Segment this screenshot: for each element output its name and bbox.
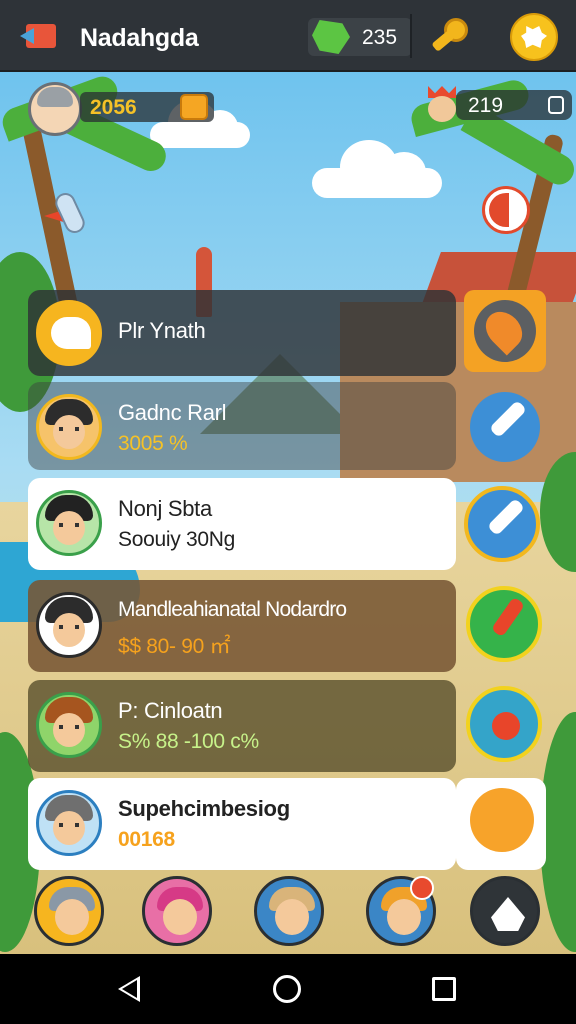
gear-icon [521, 26, 547, 48]
list-item-value: $$ 80- 90 ㎡ [118, 635, 231, 658]
gem-count: 235 [362, 26, 398, 49]
nav-recents-icon[interactable] [432, 977, 456, 1001]
smiley-icon [470, 788, 534, 852]
smiley-button[interactable] [456, 778, 546, 870]
player-avatar[interactable] [28, 82, 82, 136]
round-counter[interactable]: 219 [456, 90, 572, 120]
coin-count: 2056 [90, 96, 137, 119]
king-avatar[interactable] [424, 86, 460, 126]
cloud [150, 100, 250, 148]
system-nav-bar [0, 954, 576, 1024]
list-item-value: S% 88 -100 c% [118, 730, 259, 753]
fruit-button[interactable] [466, 686, 542, 762]
settings-button[interactable] [510, 13, 558, 61]
timer-icon[interactable] [482, 186, 530, 234]
list-item[interactable]: P: Cinloatn S% 88 -100 c% [28, 680, 456, 772]
round-count: 219 [468, 94, 504, 117]
avatar [36, 692, 102, 758]
list-item-title: Nonj Sbta [118, 496, 212, 521]
list-item-value: Soouiy 30Ng [118, 528, 235, 551]
back-arrow-icon[interactable] [20, 24, 58, 50]
notification-badge [410, 876, 434, 900]
list-item-title: P: Cinloatn [118, 698, 223, 723]
check-button[interactable] [466, 586, 542, 662]
list-item-title: Gadnc Rarl [118, 400, 227, 425]
character-avatar[interactable] [254, 876, 324, 946]
edit-button[interactable] [470, 392, 540, 462]
page-title: Nadahgda [80, 24, 199, 52]
avatar [36, 592, 102, 658]
fruit-icon [492, 712, 520, 740]
rocket-icon[interactable] [44, 189, 94, 246]
list-item-value: 00168 [118, 828, 175, 851]
gem-icon [312, 20, 350, 54]
bell-icon [491, 897, 525, 931]
avatar [36, 790, 102, 856]
list-item-title: Mandleahianatal Nodardro [118, 598, 347, 621]
pen-icon [486, 497, 526, 537]
square-icon [548, 96, 564, 114]
gem-counter[interactable]: 235 [308, 18, 412, 56]
list-item[interactable]: Supehcimbesiog 00168 [28, 778, 456, 870]
nav-back-icon[interactable] [118, 976, 140, 1002]
nav-home-icon[interactable] [273, 975, 301, 1003]
map-pin-button[interactable] [464, 290, 546, 372]
check-icon [490, 596, 526, 638]
list-item-value: 3005 % [118, 432, 188, 455]
character-avatar[interactable] [34, 876, 104, 946]
avatar [36, 394, 102, 460]
list-item-title: Supehcimbesiog [118, 796, 290, 821]
coin-icon [180, 94, 208, 120]
chicken-icon [36, 300, 102, 366]
coin-counter[interactable]: 2056 [80, 92, 214, 122]
avatar [36, 490, 102, 556]
list-item[interactable]: Mandleahianatal Nodardro $$ 80- 90 ㎡ [28, 580, 456, 672]
divider [410, 14, 412, 58]
list-item[interactable]: Gadnc Rarl 3005 % [28, 382, 456, 470]
top-bar: Nadahgda 235 [0, 0, 576, 72]
character-avatar[interactable] [142, 876, 212, 946]
key-icon[interactable] [430, 14, 474, 58]
bell-button[interactable] [470, 876, 540, 946]
list-item-title: Plr Ynath [118, 318, 206, 343]
list-item[interactable]: Plr Ynath [28, 290, 456, 376]
list-item[interactable]: Nonj Sbta Soouiy 30Ng [28, 478, 456, 570]
edit-button[interactable] [464, 486, 540, 562]
cloud [312, 140, 442, 198]
pen-icon [488, 399, 528, 439]
